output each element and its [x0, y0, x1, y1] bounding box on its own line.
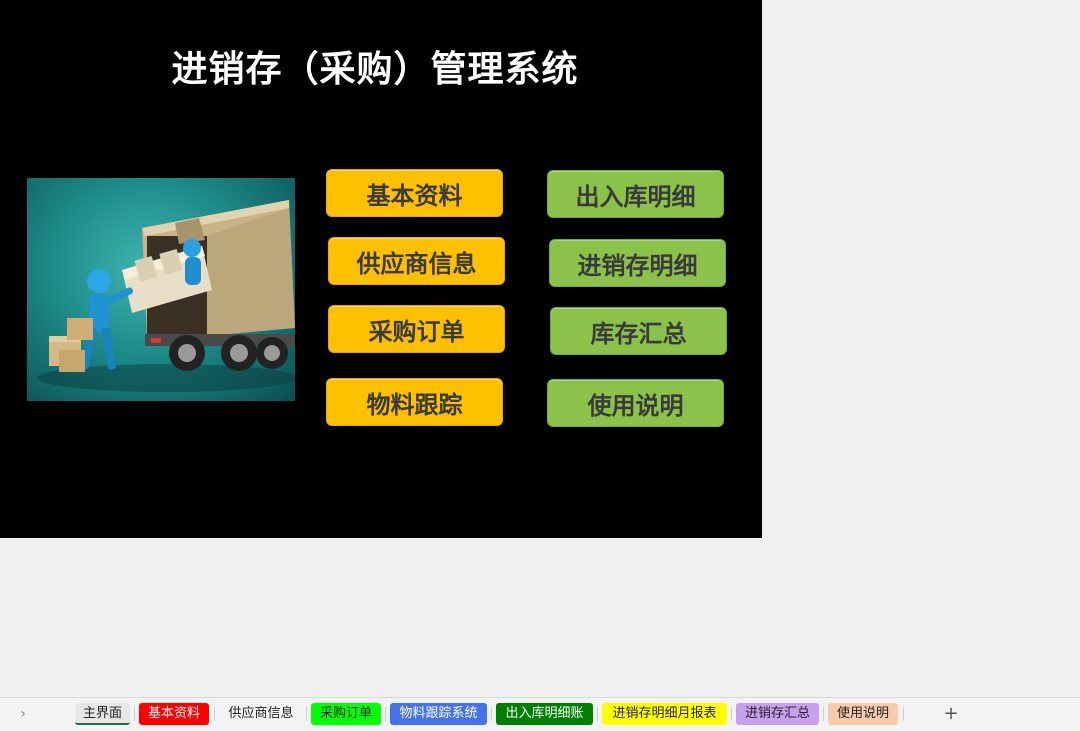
- tab-psi-monthly-report[interactable]: 进销存明细月报表: [602, 703, 727, 725]
- purchase-order-button[interactable]: 采购订单: [328, 305, 505, 353]
- tab-usage-guide[interactable]: 使用说明: [828, 703, 898, 725]
- page-title: 进销存（采购）管理系统: [171, 49, 579, 90]
- supplier-info-button[interactable]: 供应商信息: [328, 237, 505, 285]
- tab-basic-info[interactable]: 基本资料: [139, 703, 209, 725]
- tab-supplier-info[interactable]: 供应商信息: [219, 703, 303, 725]
- inventory-summary-button[interactable]: 库存汇总: [550, 307, 727, 355]
- inout-detail-button[interactable]: 出入库明细: [547, 170, 724, 218]
- basic-info-button[interactable]: 基本资料: [326, 169, 503, 217]
- delivery-truck-image: [37, 200, 295, 392]
- tab-purchase-order[interactable]: 采购订单: [311, 703, 381, 725]
- main-menu-panel: 进销存（采购）管理系统 基本资料 供应商信息 采购订单 物料跟踪 出入库明细 进…: [0, 0, 762, 538]
- sheet-tab-bar: › 主界面 基本资料 供应商信息 采购订单 物料跟踪系统 出入库明细账 进销存明…: [0, 697, 1080, 731]
- spreadsheet-grid[interactable]: 进销存（采购）管理系统 基本资料 供应商信息 采购订单 物料跟踪 出入库明细 进…: [0, 0, 1080, 697]
- usage-guide-button[interactable]: 使用说明: [547, 379, 724, 427]
- tab-main[interactable]: 主界面: [75, 703, 130, 725]
- tab-material-tracking[interactable]: 物料跟踪系统: [390, 703, 487, 725]
- tab-psi-summary[interactable]: 进销存汇总: [736, 703, 819, 725]
- chevron-right-icon[interactable]: ›: [14, 705, 32, 723]
- plus-icon[interactable]: +: [940, 703, 962, 725]
- psi-detail-button[interactable]: 进销存明细: [549, 239, 726, 287]
- tab-inout-ledger[interactable]: 出入库明细账: [496, 703, 593, 725]
- delivery-truck-illustration: [27, 178, 295, 401]
- material-tracking-button[interactable]: 物料跟踪: [326, 378, 503, 426]
